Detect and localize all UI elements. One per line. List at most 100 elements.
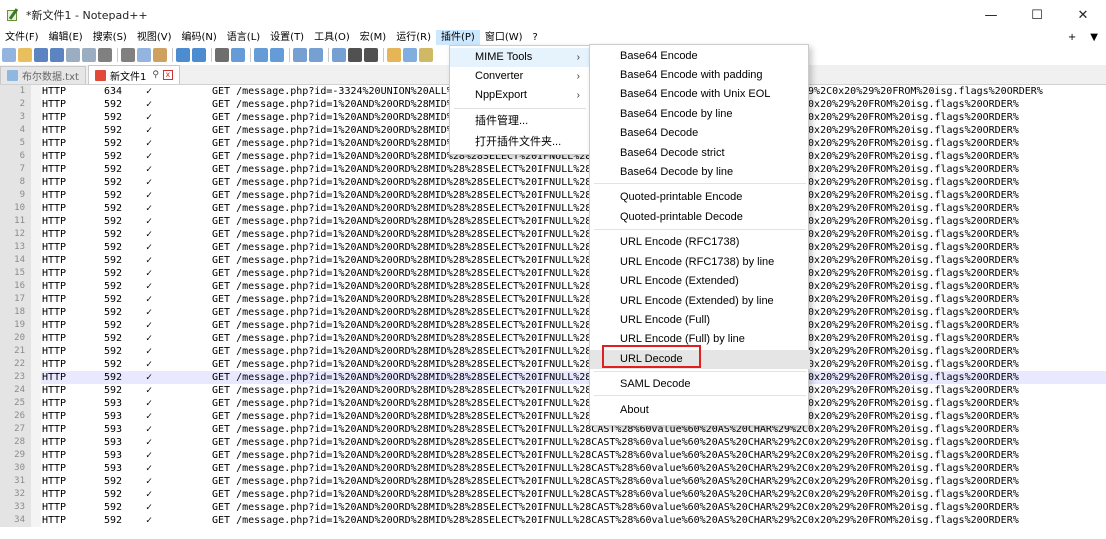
editor-line[interactable]: 8HTTP592✓GET /message.php?id=1%20AND%20O… [0, 176, 1106, 189]
close-button[interactable]: ✕ [1060, 0, 1106, 30]
close-tab-icon[interactable]: x [162, 70, 173, 80]
editor-line[interactable]: 26HTTP593✓GET /message.php?id=1%20AND%20… [0, 410, 1106, 423]
save-icon[interactable] [34, 48, 48, 62]
editor-line[interactable]: 13HTTP592✓GET /message.php?id=1%20AND%20… [0, 241, 1106, 254]
editor-line[interactable]: 24HTTP592✓GET /message.php?id=1%20AND%20… [0, 384, 1106, 397]
udl-icon[interactable] [387, 48, 401, 62]
menu-plugins[interactable]: 插件(P) [435, 30, 480, 45]
editor-line[interactable]: 10HTTP592✓GET /message.php?id=1%20AND%20… [0, 202, 1106, 215]
paste-icon[interactable] [153, 48, 167, 62]
protocol-cell: HTTP [42, 307, 67, 318]
find-icon[interactable] [215, 48, 229, 62]
editor-line[interactable]: 19HTTP592✓GET /message.php?id=1%20AND%20… [0, 319, 1106, 332]
editor-line[interactable]: 31 HTTP 592 ✓ GET /message.php?id=1%20AND%20… [0, 475, 1106, 488]
open-file-icon[interactable] [18, 48, 32, 62]
mime-item-base64-decode[interactable]: Base64 Decode [590, 124, 810, 143]
menu-settings[interactable]: 设置(T) [265, 30, 309, 45]
menu-file[interactable]: 文件(F) [0, 30, 44, 45]
menu-language[interactable]: 语言(L) [222, 30, 265, 45]
mime-item-quoted-printable-decode[interactable]: Quoted-printable Decode [590, 208, 810, 227]
menu-item-plugin-admin[interactable]: 插件管理... [450, 112, 590, 131]
indent-guide-icon[interactable] [364, 48, 378, 62]
editor-line[interactable]: 27 HTTP 593 ✓ GET /message.php?id=1%20AND%20… [0, 423, 1106, 436]
tab-list-dropdown-icon[interactable]: ▼ [1090, 30, 1098, 45]
close-all-icon[interactable] [82, 48, 96, 62]
menu-encoding[interactable]: 编码(N) [177, 30, 222, 45]
close-icon[interactable] [66, 48, 80, 62]
check-mark: ✓ [146, 242, 153, 253]
menu-edit[interactable]: 编辑(E) [44, 30, 88, 45]
editor-line[interactable]: 16HTTP592✓GET /message.php?id=1%20AND%20… [0, 280, 1106, 293]
editor-line[interactable]: 20HTTP592✓GET /message.php?id=1%20AND%20… [0, 332, 1106, 345]
editor-line[interactable]: 23HTTP592✓GET /message.php?id=1%20AND%20… [0, 371, 1106, 384]
mime-item-base64-encode-by-line[interactable]: Base64 Encode by line [590, 105, 810, 124]
editor-line[interactable]: 34 HTTP 592 ✓ GET /message.php?id=1%20AND%20… [0, 514, 1106, 527]
editor-line[interactable]: 11HTTP592✓GET /message.php?id=1%20AND%20… [0, 215, 1106, 228]
show-all-chars-icon[interactable] [348, 48, 362, 62]
editor-line[interactable]: 9HTTP592✓GET /message.php?id=1%20AND%20O… [0, 189, 1106, 202]
mime-item-base64-encode-with-padding[interactable]: Base64 Encode with padding [590, 66, 810, 85]
file-unsaved-icon [94, 69, 106, 81]
menu-item-converter[interactable]: Converter › [450, 67, 590, 86]
menu-help[interactable]: ? [528, 30, 543, 45]
editor-line[interactable]: 32 HTTP 592 ✓ GET /message.php?id=1%20AND%20… [0, 488, 1106, 501]
replace-icon[interactable] [231, 48, 245, 62]
mime-item-url-encode-rfc1738-by-line[interactable]: URL Encode (RFC1738) by line [590, 253, 810, 272]
mime-item-url-encode-full[interactable]: URL Encode (Full) [590, 311, 810, 330]
pin-icon[interactable]: ⚲ [152, 70, 159, 80]
editor-line[interactable]: 21HTTP592✓GET /message.php?id=1%20AND%20… [0, 345, 1106, 358]
editor-line[interactable]: 12HTTP592✓GET /message.php?id=1%20AND%20… [0, 228, 1106, 241]
print-icon[interactable] [98, 48, 112, 62]
editor-line[interactable]: 33 HTTP 592 ✓ GET /message.php?id=1%20AND%20… [0, 501, 1106, 514]
menu-run[interactable]: 运行(R) [391, 30, 436, 45]
editor-line[interactable]: 14HTTP592✓GET /message.php?id=1%20AND%20… [0, 254, 1106, 267]
mime-item-url-encode-rfc1738[interactable]: URL Encode (RFC1738) [590, 233, 810, 252]
new-tab-plus-icon[interactable]: + [1068, 30, 1076, 45]
cut-icon[interactable] [121, 48, 135, 62]
mime-item-base64-decode-by-line[interactable]: Base64 Decode by line [590, 163, 810, 182]
mime-item-base64-decode-strict[interactable]: Base64 Decode strict [590, 144, 810, 163]
redo-icon[interactable] [192, 48, 206, 62]
menu-tools[interactable]: 工具(O) [309, 30, 355, 45]
new-file-icon[interactable] [2, 48, 16, 62]
menu-macro[interactable]: 宏(M) [355, 30, 391, 45]
editor-line[interactable]: 25HTTP593✓GET /message.php?id=1%20AND%20… [0, 397, 1106, 410]
menu-item-open-plugins-folder[interactable]: 打开插件文件夹... [450, 133, 590, 152]
editor-line[interactable]: 29 HTTP 593 ✓ GET /message.php?id=1%20AND%20… [0, 449, 1106, 462]
editor-line[interactable]: 17HTTP592✓GET /message.php?id=1%20AND%20… [0, 293, 1106, 306]
mime-item-quoted-printable-encode[interactable]: Quoted-printable Encode [590, 188, 810, 207]
editor-line[interactable]: 28 HTTP 593 ✓ GET /message.php?id=1%20AND%20… [0, 436, 1106, 449]
editor-line[interactable]: 15HTTP592✓GET /message.php?id=1%20AND%20… [0, 267, 1106, 280]
mime-item-base64-encode[interactable]: Base64 Encode [590, 47, 810, 66]
tab-new-file-1[interactable]: 新文件1 ⚲ x [87, 65, 180, 84]
menu-item-mime-tools[interactable]: MIME Tools › [450, 48, 590, 67]
menu-window[interactable]: 窗口(W) [480, 30, 528, 45]
zoom-out-icon[interactable] [270, 48, 284, 62]
check-mark: ✓ [146, 476, 153, 487]
mime-item-base64-encode-with-unix-eol[interactable]: Base64 Encode with Unix EOL [590, 85, 810, 104]
copy-icon[interactable] [137, 48, 151, 62]
save-all-icon[interactable] [50, 48, 64, 62]
minimize-button[interactable]: — [968, 0, 1014, 30]
function-list-icon[interactable] [419, 48, 433, 62]
editor-line[interactable]: 30 HTTP 593 ✓ GET /message.php?id=1%20AND%20… [0, 462, 1106, 475]
editor-line[interactable]: 7HTTP592✓GET /message.php?id=1%20AND%20O… [0, 163, 1106, 176]
sync-vertical-icon[interactable] [293, 48, 307, 62]
menu-search[interactable]: 搜索(S) [88, 30, 132, 45]
doc-map-icon[interactable] [403, 48, 417, 62]
word-wrap-icon[interactable] [332, 48, 346, 62]
check-mark: ✓ [146, 346, 153, 357]
mime-item-url-encode-extended-by-line[interactable]: URL Encode (Extended) by line [590, 292, 810, 311]
editor-line[interactable]: 18HTTP592✓GET /message.php?id=1%20AND%20… [0, 306, 1106, 319]
mime-item-about[interactable]: About [590, 401, 810, 420]
menu-item-nppexport[interactable]: NppExport › [450, 86, 590, 105]
mime-item-url-encode-extended[interactable]: URL Encode (Extended) [590, 272, 810, 291]
mime-item-saml-decode[interactable]: SAML Decode [590, 375, 810, 394]
zoom-in-icon[interactable] [254, 48, 268, 62]
undo-icon[interactable] [176, 48, 190, 62]
menu-view[interactable]: 视图(V) [132, 30, 177, 45]
maximize-button[interactable]: ☐ [1014, 0, 1060, 30]
editor-line[interactable]: 22HTTP592✓GET /message.php?id=1%20AND%20… [0, 358, 1106, 371]
sync-horizontal-icon[interactable] [309, 48, 323, 62]
tab-bool-data[interactable]: 布尔数据.txt [0, 66, 86, 84]
